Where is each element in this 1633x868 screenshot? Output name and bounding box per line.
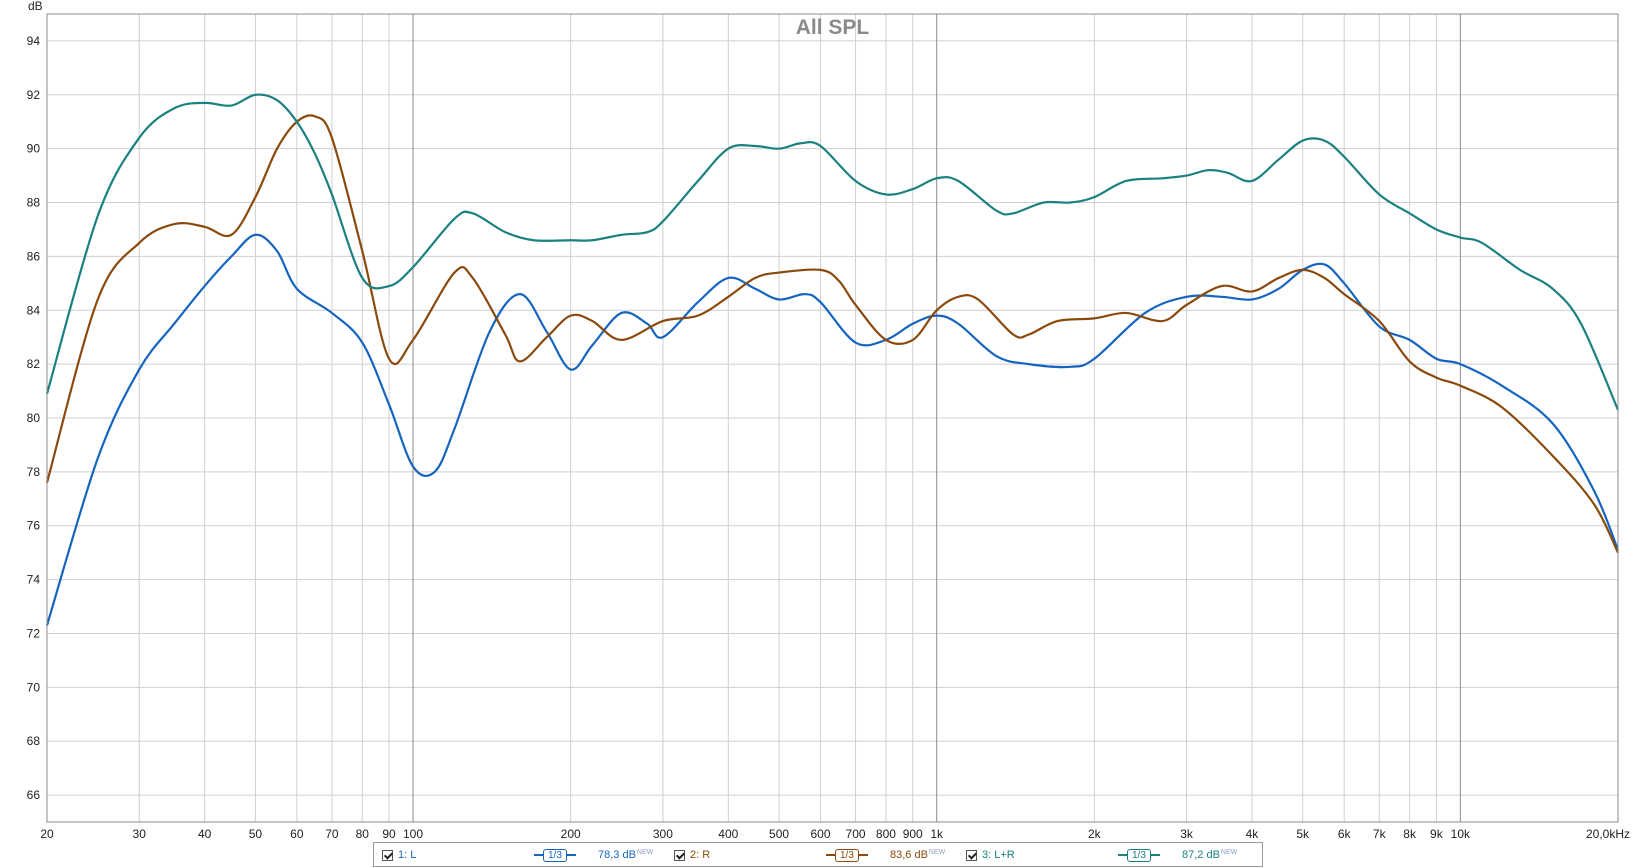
smoothing-label: 1/3	[835, 848, 859, 862]
y-axis-unit-label: dB	[28, 0, 43, 13]
legend-label: 2: R	[690, 849, 711, 861]
y-tick-label: 94	[27, 34, 41, 48]
x-tick-label: 30	[133, 827, 147, 841]
level-value: 83,6 dB	[890, 849, 928, 861]
x-tick-label: 5k	[1296, 827, 1310, 841]
series-line-1	[45, 233, 1620, 626]
x-tick-label: 90	[382, 827, 396, 841]
checkbox-checked-icon[interactable]	[674, 849, 685, 861]
level-readout-2: 83,6 dB NEW	[890, 847, 945, 863]
y-tick-label: 72	[27, 626, 41, 640]
line-icon	[826, 854, 835, 856]
y-tick-label: 84	[27, 303, 41, 317]
y-tick-label: 80	[27, 411, 41, 425]
smoothing-button-2[interactable]: 1/3	[826, 847, 868, 863]
series-line-2	[45, 114, 1619, 554]
new-tag: NEW	[928, 848, 946, 856]
y-tick-label: 88	[27, 196, 41, 210]
x-tick-label: 900	[903, 827, 923, 841]
line-icon	[1150, 854, 1160, 856]
x-tick-label: 20,0kHz	[1586, 827, 1630, 841]
x-tick-label: 400	[718, 827, 738, 841]
legend-bar: 1: L 1/3 78,3 dB NEW 2: R 1/3 83,6 dB NEW …	[373, 842, 1263, 867]
line-icon	[1118, 854, 1127, 856]
line-icon	[534, 854, 543, 856]
y-tick-label: 74	[27, 573, 41, 587]
checkbox-checked-icon[interactable]	[382, 849, 393, 861]
legend-label: 1: L	[398, 849, 417, 861]
x-tick-label: 40	[198, 827, 212, 841]
series-lines	[45, 93, 1620, 626]
x-tick-label: 100	[403, 827, 423, 841]
x-tick-label: 3k	[1180, 827, 1194, 841]
x-tick-label: 200	[561, 827, 581, 841]
y-axis-ticks: 66 68 70 72 74 76 78 80 82 84 86 88 90 92 94	[27, 34, 41, 802]
y-tick-label: 76	[27, 519, 41, 533]
x-tick-label: 20	[40, 827, 54, 841]
smoothing-button-3[interactable]: 1/3	[1118, 847, 1160, 863]
series-line-3	[45, 93, 1620, 411]
x-tick-label: 300	[653, 827, 673, 841]
legend-item-2[interactable]: 2: R	[674, 847, 710, 863]
x-tick-label: 500	[769, 827, 789, 841]
legend-item-1[interactable]: 1: L	[382, 847, 416, 863]
smoothing-label: 1/3	[1127, 848, 1151, 862]
level-readout-3: 87,2 dB NEW	[1182, 847, 1237, 863]
x-tick-label: 7k	[1373, 827, 1387, 841]
x-tick-label: 10k	[1451, 827, 1471, 841]
x-tick-label: 6k	[1338, 827, 1352, 841]
new-tag: NEW	[1220, 848, 1238, 856]
y-tick-label: 82	[27, 357, 41, 371]
legend-label: 3: L+R	[982, 849, 1015, 861]
x-tick-label: 700	[846, 827, 866, 841]
level-readout-1: 78,3 dB NEW	[598, 847, 653, 863]
x-tick-label: 800	[876, 827, 896, 841]
smoothing-button-1[interactable]: 1/3	[534, 847, 576, 863]
chart-title: All SPL	[796, 16, 870, 39]
x-tick-label: 50	[249, 827, 263, 841]
x-tick-label: 8k	[1403, 827, 1417, 841]
y-tick-label: 92	[27, 88, 41, 102]
y-tick-label: 66	[27, 788, 41, 802]
x-tick-label: 1k	[930, 827, 944, 841]
x-tick-label: 2k	[1088, 827, 1102, 841]
legend-item-3[interactable]: 3: L+R	[966, 847, 1015, 863]
y-tick-label: 90	[27, 142, 41, 156]
x-tick-label: 80	[356, 827, 370, 841]
x-tick-label: 9k	[1430, 827, 1444, 841]
x-tick-label: 70	[325, 827, 339, 841]
checkbox-checked-icon[interactable]	[966, 849, 977, 861]
smoothing-label: 1/3	[543, 848, 567, 862]
level-value: 78,3 dB	[598, 849, 636, 861]
y-tick-label: 70	[27, 680, 41, 694]
line-icon	[858, 854, 868, 856]
x-tick-label: 60	[290, 827, 304, 841]
y-tick-label: 68	[27, 734, 41, 748]
line-icon	[566, 854, 576, 856]
level-value: 87,2 dB	[1182, 849, 1220, 861]
spl-chart: All SPL dB 66 68 70 72 74 76 78 80 82 84 86 88 90 92 9…	[27, 0, 1630, 841]
new-tag: NEW	[636, 848, 654, 856]
y-tick-label: 86	[27, 249, 41, 263]
x-tick-label: 600	[811, 827, 831, 841]
x-axis-ticks: 20 30 40 50 60 70 80 90 100 200 300 400 500 600 700 800…	[40, 827, 1630, 841]
y-tick-label: 78	[27, 465, 41, 479]
x-tick-label: 4k	[1246, 827, 1260, 841]
grid	[46, 14, 1619, 822]
